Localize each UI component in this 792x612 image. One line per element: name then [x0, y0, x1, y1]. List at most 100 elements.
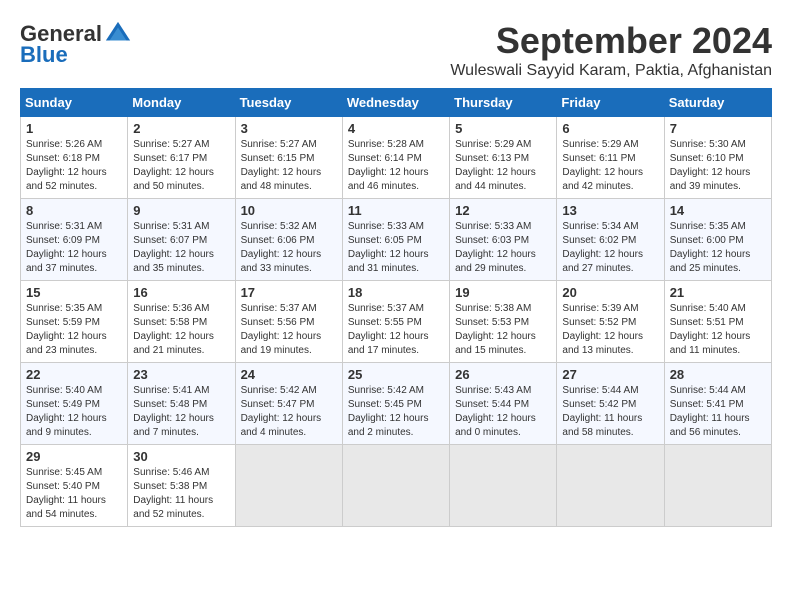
calendar-day-header-friday: Friday — [557, 89, 664, 117]
calendar-cell: 23Sunrise: 5:41 AMSunset: 5:48 PMDayligh… — [128, 363, 235, 445]
sunrise-text: Sunrise: 5:34 AM — [562, 221, 638, 232]
calendar-cell — [557, 445, 664, 527]
sunrise-text: Sunrise: 5:41 AM — [133, 385, 209, 396]
cell-content: Sunrise: 5:29 AM Sunset: 6:13 PM Daylight:… — [455, 138, 551, 194]
day-number: 11 — [348, 203, 444, 218]
calendar-cell: 21Sunrise: 5:40 AMSunset: 5:51 PMDayligh… — [664, 281, 771, 363]
cell-content: Sunrise: 5:36 AMSunset: 5:58 PMDaylight:… — [133, 302, 229, 358]
day-number: 14 — [670, 203, 766, 218]
daylight-text: Daylight: 12 hours and 27 minutes. — [562, 249, 643, 274]
calendar-day-header-thursday: Thursday — [450, 89, 557, 117]
calendar-cell: 10 Sunrise: 5:32 AMSunset: 6:06 PMDayligh… — [235, 199, 342, 281]
cell-content: Sunrise: 5:26 AMSunset: 6:18 PMDaylight:… — [26, 138, 122, 194]
daylight-text: Daylight: 12 hours and 46 minutes. — [348, 167, 429, 192]
sunrise-text: Sunrise: 5:32 AM — [241, 221, 317, 232]
calendar-cell: 5Sunrise: 5:29 AMSunset: 6:13 PMDaylight… — [450, 117, 557, 199]
daylight-text: Daylight: 12 hours and 19 minutes. — [241, 331, 322, 356]
sunset-text: Sunset: 6:14 PM — [348, 153, 422, 164]
sunset-text: Sunset: 5:38 PM — [133, 481, 207, 492]
daylight-text: Daylight: 12 hours and 15 minutes. — [455, 331, 536, 356]
day-number: 25 — [348, 367, 444, 382]
cell-content: Sunrise: 5:40 AM Sunset: 5:51 PM Daylight:… — [670, 302, 766, 358]
cell-content: Sunrise: 5:35 AMSunset: 5:59 PMDaylight:… — [26, 302, 122, 358]
day-number: 17 — [241, 285, 337, 300]
calendar-cell — [450, 445, 557, 527]
daylight-text: Daylight: 11 hours and 52 minutes. — [133, 495, 213, 520]
cell-content: Sunrise: 5:33 AMSunset: 6:03 PMDaylight:… — [455, 220, 551, 276]
daylight-text: Daylight: 12 hours and 44 minutes. — [455, 167, 536, 192]
daylight-text: Daylight: 12 hours and 37 minutes. — [26, 249, 107, 274]
day-number: 24 — [241, 367, 337, 382]
sunset-text: Sunset: 6:11 PM — [562, 153, 635, 164]
daylight-text: Daylight: 12 hours and 13 minutes. — [562, 331, 643, 356]
daylight-text: Daylight: 12 hours and 52 minutes. — [26, 167, 107, 192]
calendar-cell: 30Sunrise: 5:46 AMSunset: 5:38 PMDayligh… — [128, 445, 235, 527]
calendar-cell: 12 Sunrise: 5:33 AMSunset: 6:03 PMDayligh… — [450, 199, 557, 281]
cell-content: Sunrise: 5:28 AM Sunset: 6:14 PM Daylight:… — [348, 138, 444, 194]
calendar-day-header-monday: Monday — [128, 89, 235, 117]
calendar-cell: 1Sunrise: 5:26 AMSunset: 6:18 PMDaylight… — [21, 117, 128, 199]
daylight-text: Daylight: 12 hours and 33 minutes. — [241, 249, 322, 274]
daylight-text: Daylight: 11 hours and 54 minutes. — [26, 495, 106, 520]
daylight-text: Daylight: 12 hours and 0 minutes. — [455, 413, 536, 438]
sunset-text: Sunset: 6:13 PM — [455, 153, 529, 164]
sunset-text: Sunset: 5:52 PM — [562, 317, 636, 328]
cell-content: Sunrise: 5:42 AMSunset: 5:45 PMDaylight:… — [348, 384, 444, 440]
logo-icon — [104, 20, 132, 48]
sunset-text: Sunset: 5:56 PM — [241, 317, 315, 328]
cell-content: Sunrise: 5:42 AMSunset: 5:47 PMDaylight:… — [241, 384, 337, 440]
day-number: 2 — [133, 121, 229, 136]
sunrise-text: Sunrise: 5:30 AM — [670, 139, 746, 150]
sunset-text: Sunset: 5:47 PM — [241, 399, 315, 410]
calendar-cell: 8 Sunrise: 5:31 AMSunset: 6:09 PMDaylight… — [21, 199, 128, 281]
day-number: 20 — [562, 285, 658, 300]
cell-content: Sunrise: 5:32 AMSunset: 6:06 PMDaylight:… — [241, 220, 337, 276]
day-number: 18 — [348, 285, 444, 300]
cell-content: Sunrise: 5:45 AMSunset: 5:40 PMDaylight:… — [26, 466, 122, 522]
logo: General Blue — [20, 20, 132, 68]
sunset-text: Sunset: 5:59 PM — [26, 317, 100, 328]
calendar-cell: 28Sunrise: 5:44 AMSunset: 5:41 PMDayligh… — [664, 363, 771, 445]
cell-content: Sunrise: 5:34 AM Sunset: 6:02 PM Daylight:… — [562, 220, 658, 276]
cell-content: Sunrise: 5:35 AMSunset: 6:00 PMDaylight:… — [670, 220, 766, 276]
day-number: 6 — [562, 121, 658, 136]
calendar-cell: 3Sunrise: 5:27 AMSunset: 6:15 PMDaylight… — [235, 117, 342, 199]
calendar-week-row: 15 Sunrise: 5:35 AMSunset: 5:59 PMDayligh… — [21, 281, 772, 363]
day-number: 12 — [455, 203, 551, 218]
day-number: 9 — [133, 203, 229, 218]
cell-content: Sunrise: 5:40 AMSunset: 5:49 PMDaylight:… — [26, 384, 122, 440]
sunrise-text: Sunrise: 5:29 AM — [562, 139, 638, 150]
sunset-text: Sunset: 5:48 PM — [133, 399, 207, 410]
sunrise-text: Sunrise: 5:28 AM — [348, 139, 424, 150]
calendar-header-row: SundayMondayTuesdayWednesdayThursdayFrid… — [21, 89, 772, 117]
cell-content: Sunrise: 5:46 AMSunset: 5:38 PMDaylight:… — [133, 466, 229, 522]
sunset-text: Sunset: 5:44 PM — [455, 399, 529, 410]
day-number: 8 — [26, 203, 122, 218]
sunset-text: Sunset: 6:09 PM — [26, 235, 100, 246]
sunrise-text: Sunrise: 5:29 AM — [455, 139, 531, 150]
calendar-cell: 13Sunrise: 5:34 AMSunset: 6:02 PMDayligh… — [557, 199, 664, 281]
cell-content: Sunrise: 5:27 AMSunset: 6:17 PMDaylight:… — [133, 138, 229, 194]
sunset-text: Sunset: 5:55 PM — [348, 317, 422, 328]
day-number: 15 — [26, 285, 122, 300]
daylight-text: Daylight: 12 hours and 4 minutes. — [241, 413, 322, 438]
sunrise-text: Sunrise: 5:31 AM — [133, 221, 209, 232]
sunrise-text: Sunrise: 5:38 AM — [455, 303, 531, 314]
day-number: 16 — [133, 285, 229, 300]
daylight-text: Daylight: 12 hours and 11 minutes. — [670, 331, 751, 356]
sunset-text: Sunset: 6:02 PM — [562, 235, 636, 246]
daylight-text: Daylight: 11 hours and 56 minutes. — [670, 413, 750, 438]
calendar-cell: 19Sunrise: 5:38 AMSunset: 5:53 PMDayligh… — [450, 281, 557, 363]
calendar-table: SundayMondayTuesdayWednesdayThursdayFrid… — [20, 88, 772, 527]
sunrise-text: Sunrise: 5:35 AM — [670, 221, 746, 232]
sunset-text: Sunset: 5:51 PM — [670, 317, 744, 328]
cell-content: Sunrise: 5:43 AMSunset: 5:44 PMDaylight:… — [455, 384, 551, 440]
sunrise-text: Sunrise: 5:40 AM — [670, 303, 746, 314]
sunset-text: Sunset: 5:53 PM — [455, 317, 529, 328]
day-number: 26 — [455, 367, 551, 382]
cell-content: Sunrise: 5:31 AMSunset: 6:09 PMDaylight:… — [26, 220, 122, 276]
sunset-text: Sunset: 5:41 PM — [670, 399, 744, 410]
day-number: 10 — [241, 203, 337, 218]
sunrise-text: Sunrise: 5:27 AM — [133, 139, 209, 150]
daylight-text: Daylight: 12 hours and 31 minutes. — [348, 249, 429, 274]
